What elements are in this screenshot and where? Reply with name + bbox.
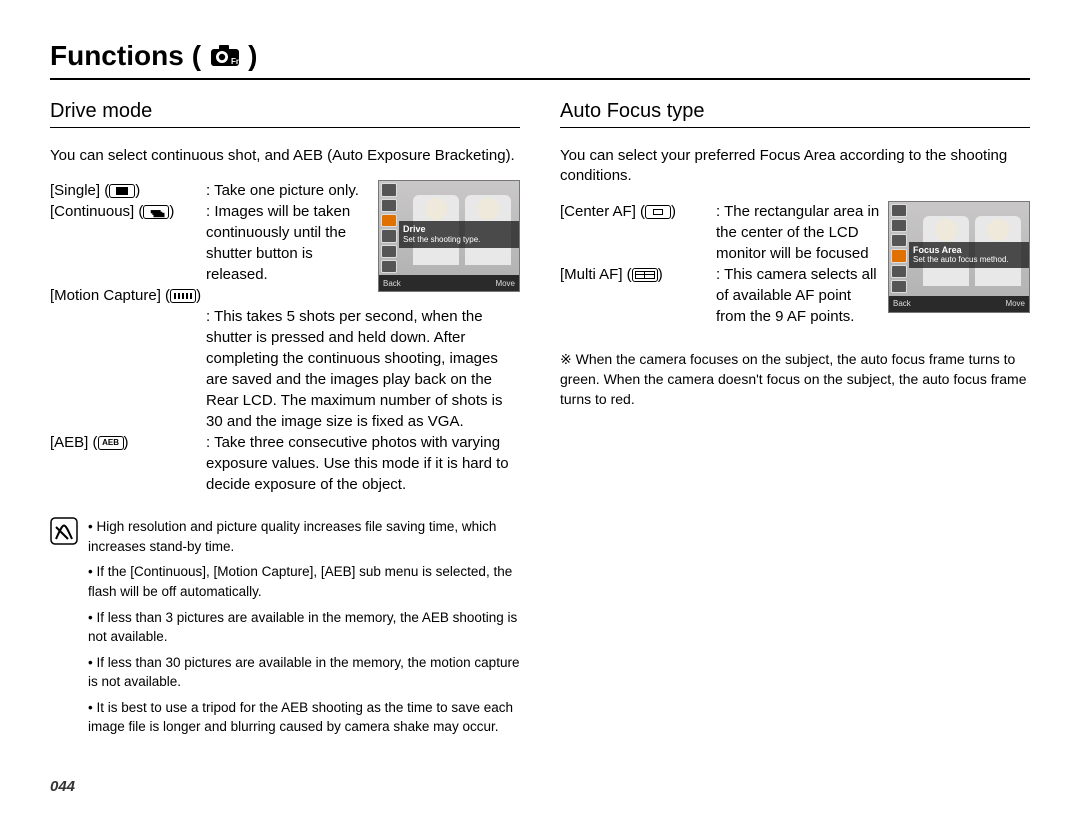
- option-single: [Single] () : Take one picture only.: [50, 180, 370, 201]
- center-af-desc: The rectangular area in the center of th…: [716, 203, 879, 262]
- motion-label: [Motion Capture]: [50, 287, 161, 304]
- note-item: High resolution and picture quality incr…: [88, 517, 520, 556]
- option-continuous: [Continuous] () : Images will be taken c…: [50, 201, 370, 285]
- auto-focus-options: Focus Area Set the auto focus method. Ba…: [560, 201, 1030, 327]
- aeb-label: [AEB]: [50, 434, 88, 451]
- page-title: Functions: [50, 40, 184, 72]
- notes-list: High resolution and picture quality incr…: [88, 517, 520, 743]
- center-af-icon: [645, 205, 671, 219]
- motion-capture-icon: [170, 289, 196, 303]
- camera-fn-icon: Fn: [210, 44, 240, 68]
- manual-page: Functions ( Fn ) Drive mode You can sele…: [0, 0, 1080, 815]
- lcd-move-label: Move: [1005, 298, 1025, 309]
- right-column: Auto Focus type You can select your pref…: [560, 94, 1030, 743]
- svg-text:Fn: Fn: [231, 57, 240, 66]
- aeb-icon: [98, 436, 124, 450]
- option-multi-af: [Multi AF] () : This camera selects all …: [560, 264, 880, 327]
- focus-color-note: ※ When the camera focuses on the subject…: [560, 349, 1030, 410]
- multi-af-label: [Multi AF]: [560, 266, 623, 283]
- note-item: If the [Continuous], [Motion Capture], […: [88, 562, 520, 601]
- drive-mode-heading: Drive mode: [50, 100, 520, 128]
- page-title-paren-close: ): [248, 40, 258, 72]
- note-icon: [50, 517, 78, 743]
- page-number: 044: [50, 778, 75, 795]
- option-motion-capture: [Motion Capture] (): [50, 285, 370, 306]
- lcd-banner-title: Focus Area: [913, 245, 1025, 256]
- page-title-row: Functions ( Fn ): [50, 40, 1030, 80]
- lcd-banner-subtitle: Set the auto focus method.: [913, 255, 1025, 265]
- lcd-banner-title: Drive: [403, 224, 515, 235]
- auto-focus-lcd-screenshot: Focus Area Set the auto focus method. Ba…: [888, 201, 1030, 313]
- note-item: It is best to use a tripod for the AEB s…: [88, 698, 520, 737]
- multi-af-desc: This camera selects all of available AF …: [716, 266, 877, 325]
- drive-mode-lead: You can select continuous shot, and AEB …: [50, 146, 520, 166]
- continuous-label: [Continuous]: [50, 203, 134, 220]
- auto-focus-lead: You can select your preferred Focus Area…: [560, 146, 1030, 187]
- multi-af-icon: [632, 268, 658, 282]
- left-column: Drive mode You can select continuous sho…: [50, 94, 520, 743]
- continuous-icon: [143, 205, 169, 219]
- single-label: [Single]: [50, 182, 100, 199]
- lcd-back-label: Back: [383, 278, 401, 289]
- lcd-move-label: Move: [495, 278, 515, 289]
- note-item: If less than 3 pictures are available in…: [88, 608, 520, 647]
- motion-desc-block: : This takes 5 shots per second, when th…: [50, 306, 520, 432]
- single-icon: [109, 184, 135, 198]
- option-center-af: [Center AF] () : The rectangular area in…: [560, 201, 880, 264]
- lcd-back-label: Back: [893, 298, 911, 309]
- option-aeb: [AEB] () : Take three consecutive photos…: [50, 432, 520, 495]
- motion-desc: This takes 5 shots per second, when the …: [206, 308, 503, 430]
- drive-mode-options: Drive Set the shooting type. Back Move […: [50, 180, 520, 495]
- aeb-desc: Take three consecutive photos with varyi…: [206, 434, 509, 493]
- single-desc: Take one picture only.: [214, 182, 359, 199]
- auto-focus-heading: Auto Focus type: [560, 100, 1030, 128]
- page-title-paren-open: (: [192, 40, 202, 72]
- lcd-banner-subtitle: Set the shooting type.: [403, 235, 515, 245]
- drive-mode-lcd-screenshot: Drive Set the shooting type. Back Move: [378, 180, 520, 292]
- drive-mode-notes: High resolution and picture quality incr…: [50, 517, 520, 743]
- note-item: If less than 30 pictures are available i…: [88, 653, 520, 692]
- continuous-desc: Images will be taken continuously until …: [206, 203, 350, 283]
- center-af-label: [Center AF]: [560, 203, 636, 220]
- two-column-layout: Drive mode You can select continuous sho…: [50, 94, 1030, 743]
